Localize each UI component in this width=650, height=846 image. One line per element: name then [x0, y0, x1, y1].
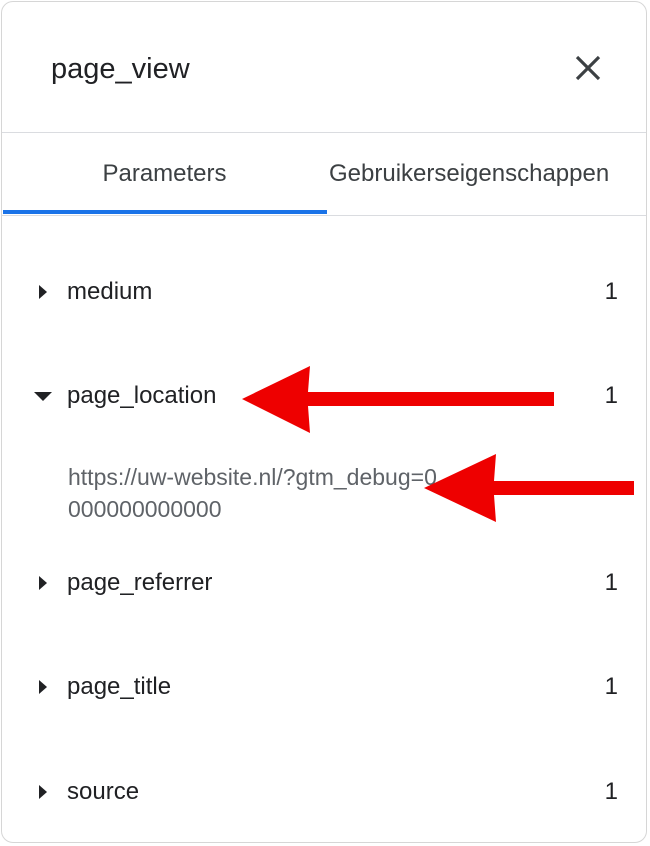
parameter-name: page_title	[67, 673, 172, 700]
tab-user-properties[interactable]: Gebruikerseigenschappen	[329, 133, 609, 215]
annotation-arrow-icon	[424, 454, 634, 522]
parameter-count: 1	[604, 778, 618, 805]
parameter-count: 1	[604, 278, 618, 305]
parameter-row-medium[interactable]: medium 1	[2, 267, 646, 317]
panel-header: page_view	[2, 2, 646, 133]
parameter-name: page_referrer	[67, 569, 213, 596]
caret-down-icon	[34, 392, 52, 401]
caret-right-icon	[39, 576, 47, 590]
tab-parameters[interactable]: Parameters	[2, 133, 327, 215]
active-tab-indicator	[3, 210, 327, 214]
event-details-panel: page_view Parameters Gebruikerseigenscha…	[1, 1, 647, 843]
caret-right-icon	[39, 285, 47, 299]
parameter-row-page-location[interactable]: page_location 1	[2, 371, 646, 421]
close-button[interactable]	[564, 44, 612, 92]
parameter-row-page-title[interactable]: page_title 1	[2, 662, 646, 712]
caret-right-icon	[39, 680, 47, 694]
parameter-count: 1	[604, 382, 618, 409]
event-title: page_view	[51, 53, 190, 85]
parameter-name: page_location	[67, 382, 217, 409]
parameter-name: medium	[67, 278, 153, 305]
parameter-count: 1	[604, 673, 618, 700]
close-icon	[575, 55, 601, 81]
parameter-name: source	[67, 778, 140, 805]
caret-right-icon	[39, 785, 47, 799]
parameter-value: https://uw-website.nl/?gtm_debug=0000000…	[68, 464, 437, 522]
parameter-count: 1	[604, 569, 618, 596]
parameter-row-page-referrer[interactable]: page_referrer 1	[2, 558, 646, 608]
tab-bar: Parameters Gebruikerseigenschappen	[2, 133, 646, 216]
parameter-row-source[interactable]: source 1	[2, 767, 646, 817]
